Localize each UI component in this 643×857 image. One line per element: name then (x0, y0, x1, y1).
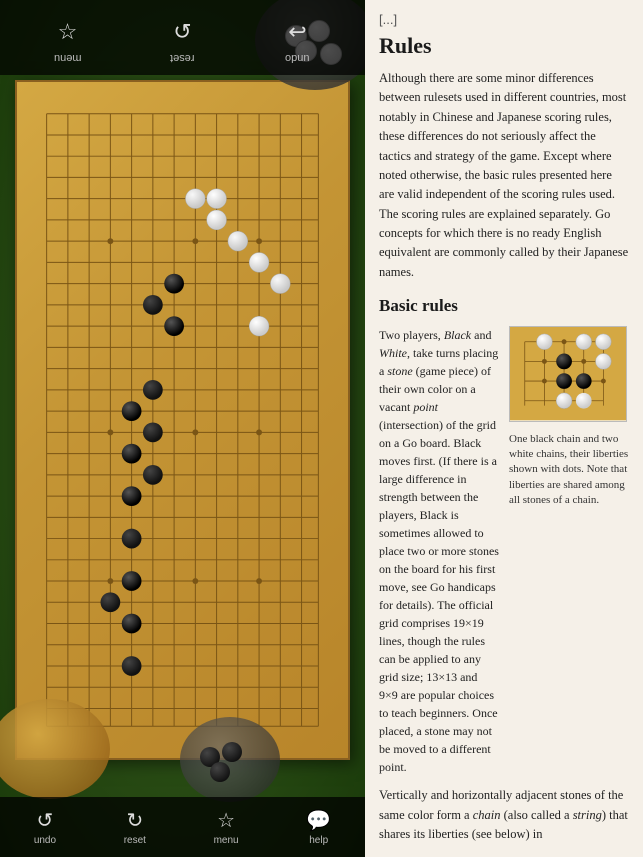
reset-button-top[interactable]: ↺ reset (163, 12, 203, 64)
point-label: point (413, 400, 438, 414)
menu-icon-top: ☆ (48, 12, 88, 52)
menu-label-bottom: menu (214, 835, 239, 846)
reset-button-bottom[interactable]: ↻ reset (124, 808, 146, 846)
undo-icon-top: ↩ (278, 12, 318, 52)
menu-button-bottom[interactable]: ☆ menu (214, 808, 239, 846)
black-label: Black (444, 328, 471, 342)
help-button-bottom[interactable]: 💬 help (306, 808, 331, 846)
go-diagram-col: One black chain and two white chains, th… (509, 326, 629, 776)
diagram-caption: One black chain and two white chains, th… (509, 432, 629, 509)
go-diagram-svg (509, 326, 627, 421)
menu-label-top: menu (54, 52, 82, 64)
basic-rules-title: Basic rules (379, 296, 629, 316)
basic-rules-text: Two players, Black and White, take turns… (379, 326, 499, 776)
left-panel: ☆ menu ↺ reset ↩ undo (0, 0, 365, 857)
top-toolbar: ☆ menu ↺ reset ↩ undo (0, 0, 365, 75)
help-label-bottom: help (309, 835, 328, 846)
basic-text-1: Two players, (379, 328, 444, 342)
chain-paragraph: Vertically and horizontally adjacent sto… (379, 786, 629, 844)
reset-label-bottom: reset (124, 835, 146, 846)
right-panel: [...] Rules Although there are some mino… (365, 0, 643, 857)
reset-label-top: reset (170, 52, 194, 64)
rules-intro-paragraph: Although there are some minor difference… (379, 69, 629, 282)
stone-label: stone (387, 364, 412, 378)
bottom-toolbar-left: ↺ undo ↻ reset ☆ menu 💬 help (0, 797, 365, 857)
undo-label-top: undo (285, 52, 309, 64)
undo-icon-bottom: ↺ (37, 808, 54, 833)
basic-and: and (471, 328, 491, 342)
undo-button-top[interactable]: ↩ undo (278, 12, 318, 64)
help-icon-bottom: 💬 (306, 808, 331, 833)
rules-intro: Although there are some minor difference… (379, 69, 629, 282)
reset-icon-bottom: ↻ (126, 808, 143, 833)
reset-icon-top: ↺ (163, 12, 203, 52)
rules-title: Rules (379, 33, 629, 59)
undo-label-bottom: undo (34, 835, 56, 846)
chain-text: Vertically and horizontally adjacent sto… (379, 786, 629, 844)
basic-paragraph: Two players, Black and White, take turns… (379, 326, 499, 776)
basic-rules-section: Two players, Black and White, take turns… (379, 326, 629, 776)
chain-em: chain (473, 808, 501, 822)
menu-icon-bottom: ☆ (217, 808, 235, 833)
white-label: White (379, 346, 407, 360)
go-board (15, 80, 350, 760)
basic-text-4: (intersection) of the grid on a Go board… (379, 418, 499, 774)
undo-button-bottom[interactable]: ↺ undo (34, 808, 56, 846)
rules-ellipsis: [...] (379, 12, 629, 27)
menu-button-top[interactable]: ☆ menu (48, 12, 88, 64)
string-em: string (573, 808, 602, 822)
rules-content: [...] Rules Although there are some mino… (365, 0, 643, 857)
chain-also: (also called a (501, 808, 573, 822)
